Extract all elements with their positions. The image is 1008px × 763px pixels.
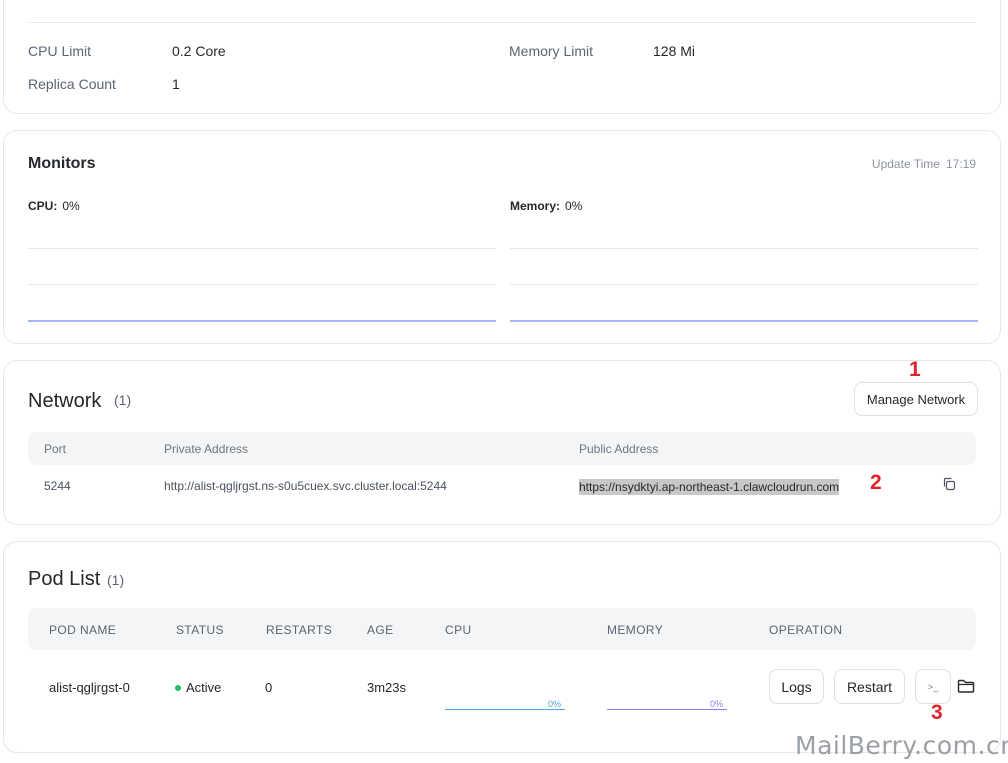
pod-memory-chart: 0% xyxy=(607,694,727,710)
pod-list-count: (1) xyxy=(107,572,125,588)
column-header-cpu: CPU xyxy=(445,623,472,637)
cpu-chart-line xyxy=(28,320,496,322)
memory-limit-label: Memory Limit xyxy=(509,43,594,59)
status-dot xyxy=(175,684,181,691)
private-address-cell: http://alist-qgljrgst.ns-s0u5cuex.svc.cl… xyxy=(164,479,447,493)
column-header-operation: OPERATION xyxy=(769,623,843,637)
pod-cpu-chart: 0% xyxy=(445,694,565,710)
chart-gridline xyxy=(28,248,496,249)
terminal-icon: >_ xyxy=(927,681,939,692)
folder-icon[interactable] xyxy=(957,678,975,694)
cpu-metric-name: CPU: xyxy=(28,199,58,213)
status-badge: Active xyxy=(175,680,221,695)
restarts-cell: 0 xyxy=(265,680,273,695)
status-text: Active xyxy=(186,680,222,695)
pod-memory-percent: 0% xyxy=(709,699,723,709)
pod-table-header: POD NAME STATUS RESTARTS AGE CPU MEMORY … xyxy=(28,608,976,650)
pod-cpu-percent: 0% xyxy=(547,699,561,709)
column-header-port: Port xyxy=(44,442,67,456)
annotation-marker-3: 3 xyxy=(931,701,943,724)
replica-count-label: Replica Count xyxy=(28,76,116,92)
monitors-card: Monitors Update Time 17:19 CPU: 0% Memory:… xyxy=(3,130,1001,344)
age-cell: 3m23s xyxy=(367,680,407,695)
network-card: Network (1) Manage Network 1 Port Privat… xyxy=(3,358,1001,525)
network-title: Network xyxy=(28,390,102,412)
update-time-label: Update Time xyxy=(871,157,940,171)
logs-button[interactable]: Logs xyxy=(769,669,824,704)
memory-limit-value: 128 Mi xyxy=(653,43,696,59)
chart-gridline xyxy=(28,284,496,285)
cpu-chart xyxy=(28,231,496,323)
network-count: (1) xyxy=(114,392,132,408)
terminal-button[interactable]: >_ xyxy=(915,669,951,704)
memory-metric-label: Memory: 0% xyxy=(510,199,582,213)
column-header-memory: MEMORY xyxy=(607,623,664,637)
column-header-age: AGE xyxy=(367,623,394,637)
pod-name-cell: alist-qgljrgst-0 xyxy=(49,680,130,695)
cpu-metric-label: CPU: 0% xyxy=(28,199,80,213)
column-header-status: STATUS xyxy=(176,623,224,637)
memory-chart xyxy=(510,231,978,323)
cpu-limit-label: CPU Limit xyxy=(28,43,92,59)
chart-gridline xyxy=(510,284,978,285)
watermark: MailBerry.com.cn xyxy=(795,731,1008,760)
monitors-title: Monitors xyxy=(28,155,96,172)
pod-list-card: Pod List (1) POD NAME STATUS RESTARTS AG… xyxy=(3,541,1001,753)
port-cell: 5244 xyxy=(44,479,71,493)
annotation-marker-1: 1 xyxy=(909,358,921,381)
memory-metric-value: 0% xyxy=(565,199,583,213)
update-time-value: 17:19 xyxy=(945,157,976,171)
pod-list-title: Pod List xyxy=(28,568,101,590)
column-header-public-address: Public Address xyxy=(579,442,659,456)
column-header-pod-name: POD NAME xyxy=(49,623,117,637)
replica-count-value: 1 xyxy=(172,76,180,92)
copy-icon[interactable] xyxy=(941,476,957,492)
cpu-metric-value: 0% xyxy=(62,199,80,213)
pod-cpu-line xyxy=(445,709,565,710)
update-time: Update Time 17:19 xyxy=(872,157,976,171)
memory-metric-name: Memory: xyxy=(510,199,561,213)
pod-memory-line xyxy=(607,709,727,710)
annotation-marker-2: 2 xyxy=(870,471,882,494)
memory-chart-line xyxy=(510,320,978,322)
cpu-limit-value: 0.2 Core xyxy=(172,43,226,59)
column-header-restarts: RESTARTS xyxy=(266,623,333,637)
resource-card: CPU Limit 0.2 Core Memory Limit 128 Mi R… xyxy=(3,0,1001,114)
column-header-private-address: Private Address xyxy=(164,442,249,456)
manage-network-button[interactable]: Manage Network xyxy=(854,382,978,416)
divider xyxy=(28,22,976,23)
public-address-link[interactable]: https://nsydktyi.ap-northeast-1.clawclou… xyxy=(579,479,840,495)
network-table-header: Port Private Address Public Address xyxy=(28,432,976,465)
restart-button[interactable]: Restart xyxy=(834,669,905,704)
chart-gridline xyxy=(510,248,978,249)
